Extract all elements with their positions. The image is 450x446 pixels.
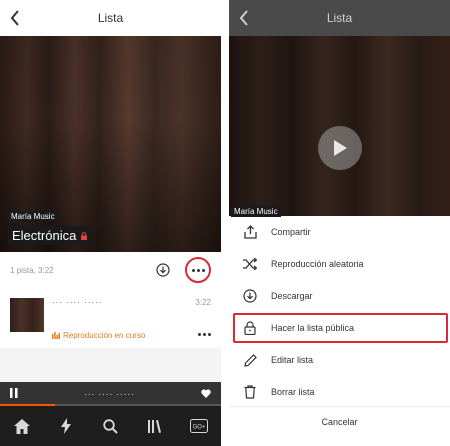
cancel-label: Cancelar (321, 416, 358, 427)
track-thumbnail (10, 298, 44, 332)
pause-button[interactable] (10, 385, 18, 403)
cancel-button[interactable]: Cancelar (229, 406, 450, 436)
tab-stream[interactable] (54, 414, 78, 438)
menu-item-edit[interactable]: Editar lista (229, 344, 450, 376)
screen-divider (221, 0, 229, 446)
menu-item-make-public[interactable]: Hacer la lista pública (229, 312, 450, 344)
menu-item-download[interactable]: Descargar (229, 280, 450, 312)
lock-icon (243, 321, 257, 335)
trash-icon (243, 385, 257, 399)
mini-player-title: ··· ···· ····· (84, 389, 135, 399)
back-button-dimmed[interactable] (235, 8, 253, 28)
private-lock-icon (80, 231, 88, 240)
now-playing-label: Reproducción en curso (63, 331, 146, 340)
owner-name[interactable]: María Music (8, 211, 58, 222)
play-icon (334, 140, 347, 156)
menu-item-label: Descargar (271, 291, 313, 301)
equalizer-icon (52, 332, 60, 339)
track-duration: 3:22 (195, 298, 211, 307)
track-title: ··· ···· ····· (52, 298, 103, 307)
download-icon (156, 263, 170, 277)
menu-item-label: Compartir (271, 227, 311, 237)
empty-area (0, 348, 221, 382)
download-icon (243, 289, 257, 303)
playlist-name: Electrónica (12, 228, 77, 243)
menu-item-delete[interactable]: Borrar lista (229, 376, 450, 408)
download-button[interactable] (155, 262, 171, 278)
heart-icon (201, 389, 211, 398)
playlist-artwork-dimmed (229, 36, 450, 216)
header: Lista (0, 0, 221, 36)
share-icon (243, 225, 257, 239)
menu-item-label: Editar lista (271, 355, 314, 365)
playlist-screen: Lista María Music Electrónica 1 pista, 3… (0, 0, 221, 446)
menu-item-label: Borrar lista (271, 387, 315, 397)
owner-name-dimmed: María Music (231, 206, 281, 217)
menu-item-label: Reproducción aleatoria (271, 259, 364, 269)
chevron-left-icon (239, 10, 248, 26)
tab-home[interactable] (10, 414, 34, 438)
track-info: ··· ···· ····· Reproducción en curso (44, 290, 191, 348)
tab-library[interactable] (143, 414, 167, 438)
lightning-icon (61, 418, 72, 434)
mini-player[interactable]: ··· ···· ····· (0, 382, 221, 406)
search-icon (103, 418, 118, 434)
pencil-icon (243, 353, 257, 367)
now-playing-status: Reproducción en curso (52, 331, 191, 340)
track-more-icon[interactable] (198, 333, 211, 336)
shuffle-icon (243, 257, 257, 271)
more-options-button[interactable] (185, 257, 211, 283)
menu-item-shuffle[interactable]: Reproducción aleatoria (229, 248, 450, 280)
artwork-caption: María Music Electrónica (8, 206, 93, 245)
more-icon (191, 268, 205, 272)
tab-search[interactable] (98, 414, 122, 438)
library-icon (148, 419, 162, 433)
pause-icon (10, 388, 18, 398)
like-button[interactable] (201, 385, 211, 403)
playlist-name-row: Electrónica (8, 226, 93, 245)
track-count: 1 pista, 3:22 (10, 265, 54, 275)
play-button[interactable] (318, 126, 362, 170)
tab-go[interactable]: GO+ (187, 414, 211, 438)
go-label: GO+ (192, 425, 205, 431)
page-title-dimmed: Lista (326, 11, 353, 25)
tab-bar: GO+ (0, 406, 221, 446)
go-plus-icon: GO+ (189, 419, 208, 433)
menu-item-share[interactable]: Compartir (229, 216, 450, 248)
header-dimmed: Lista (229, 0, 450, 36)
back-button[interactable] (6, 8, 24, 28)
options-screen: Lista María Music Compartir Reproducción… (229, 0, 450, 446)
track-side: 3:22 (191, 290, 211, 348)
options-sheet: Compartir Reproducción aleatoria Descarg… (229, 216, 450, 446)
menu-item-label: Hacer la lista pública (271, 323, 355, 333)
home-icon (14, 418, 31, 434)
track-row[interactable]: ··· ···· ····· Reproducción en curso 3:2… (0, 290, 221, 348)
chevron-left-icon (10, 10, 19, 26)
page-title: Lista (97, 11, 124, 25)
playlist-meta: 1 pista, 3:22 (0, 256, 221, 284)
